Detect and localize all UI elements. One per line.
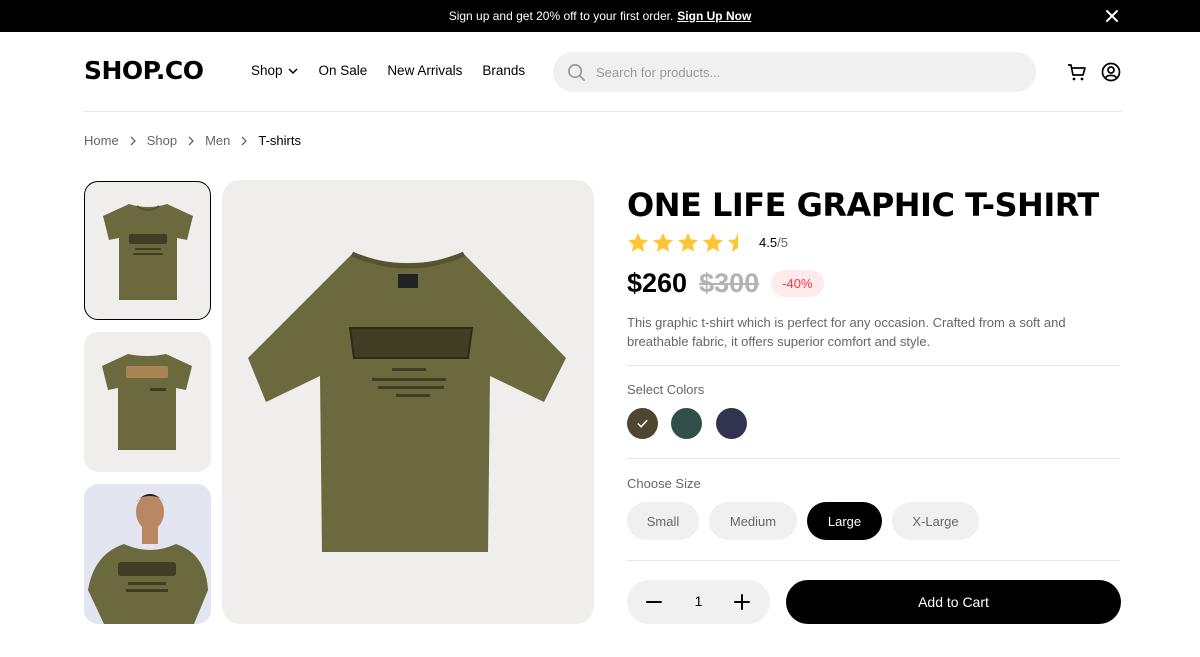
divider — [627, 458, 1120, 459]
thumbnail-front[interactable] — [84, 181, 211, 320]
model-image — [84, 484, 211, 624]
rating-score: 4.5/5 — [759, 235, 788, 250]
star-icon — [628, 233, 648, 252]
product-description: This graphic t-shirt which is perfect fo… — [627, 315, 1066, 349]
user-icon[interactable] — [1101, 62, 1121, 82]
star-icon — [678, 233, 698, 252]
quantity-stepper: 1 — [627, 580, 770, 624]
star-icon — [653, 233, 673, 252]
chevron-right-icon — [188, 136, 194, 145]
discount-badge: -40% — [771, 270, 824, 297]
search-bar — [553, 52, 1036, 92]
nav-shop-label: Shop — [251, 63, 283, 78]
product-title: ONE LIFE GRAPHIC T-SHIRT — [627, 186, 1099, 224]
colors-label: Select Colors — [627, 382, 705, 397]
sign-up-link[interactable]: Sign Up Now — [677, 9, 751, 23]
breadcrumb-current: T-shirts — [258, 133, 301, 148]
size-x-large[interactable]: X-Large — [892, 502, 979, 540]
rating-max: /5 — [777, 235, 788, 250]
nav-on-sale[interactable]: On Sale — [319, 63, 368, 78]
size-label: Choose Size — [627, 476, 701, 491]
breadcrumb-shop[interactable]: Shop — [147, 133, 177, 148]
breadcrumb-men[interactable]: Men — [205, 133, 230, 148]
plus-icon[interactable] — [732, 592, 752, 612]
rating: 4.5/5 — [627, 232, 788, 253]
size-small[interactable]: Small — [627, 502, 699, 540]
price-row: $260 $300 -40% — [627, 268, 824, 299]
tshirt-back-image — [102, 354, 192, 450]
color-swatch-navy[interactable] — [716, 408, 747, 439]
divider — [627, 560, 1120, 561]
tshirt-main-image — [248, 251, 566, 552]
search-icon — [568, 63, 585, 81]
original-price: $300 — [699, 268, 760, 298]
thumbnail-back[interactable] — [84, 332, 211, 472]
nav-new-arrivals[interactable]: New Arrivals — [387, 63, 462, 78]
breadcrumb-home[interactable]: Home — [84, 133, 119, 148]
chevron-right-icon — [130, 136, 136, 145]
close-icon[interactable] — [1104, 8, 1120, 24]
size-medium[interactable]: Medium — [709, 502, 797, 540]
main-nav: Shop On Sale New Arrivals Brands — [251, 63, 525, 78]
add-to-cart-button[interactable]: Add to Cart — [786, 580, 1121, 624]
color-swatch-green[interactable] — [671, 408, 702, 439]
nav-shop[interactable]: Shop — [251, 63, 299, 78]
size-large[interactable]: Large — [807, 502, 882, 540]
tshirt-front-image — [103, 204, 193, 300]
nav-brands[interactable]: Brands — [482, 63, 525, 78]
rating-value: 4.5 — [759, 235, 778, 250]
search-input[interactable] — [596, 64, 996, 80]
chevron-right-icon — [241, 136, 248, 145]
main-product-image — [222, 180, 594, 624]
announcement-bar: Sign up and get 20% off to your first or… — [0, 0, 1200, 32]
divider — [627, 365, 1120, 366]
star-icon — [703, 233, 723, 252]
logo[interactable]: SHOP.CO — [84, 56, 204, 85]
cart-icon[interactable] — [1067, 62, 1087, 82]
check-icon — [637, 419, 648, 428]
site-header: SHOP.CO Shop On Sale New Arrivals Brands — [84, 32, 1122, 112]
thumbnail-model[interactable] — [84, 484, 211, 624]
current-price: $260 — [627, 268, 688, 298]
breadcrumb: Home Shop Men T-shirts — [84, 133, 301, 148]
color-swatch-brown[interactable] — [627, 408, 658, 439]
half-star-icon — [728, 233, 738, 252]
chevron-down-icon — [288, 67, 298, 74]
announcement-text: Sign up and get 20% off to your first or… — [448, 9, 674, 23]
